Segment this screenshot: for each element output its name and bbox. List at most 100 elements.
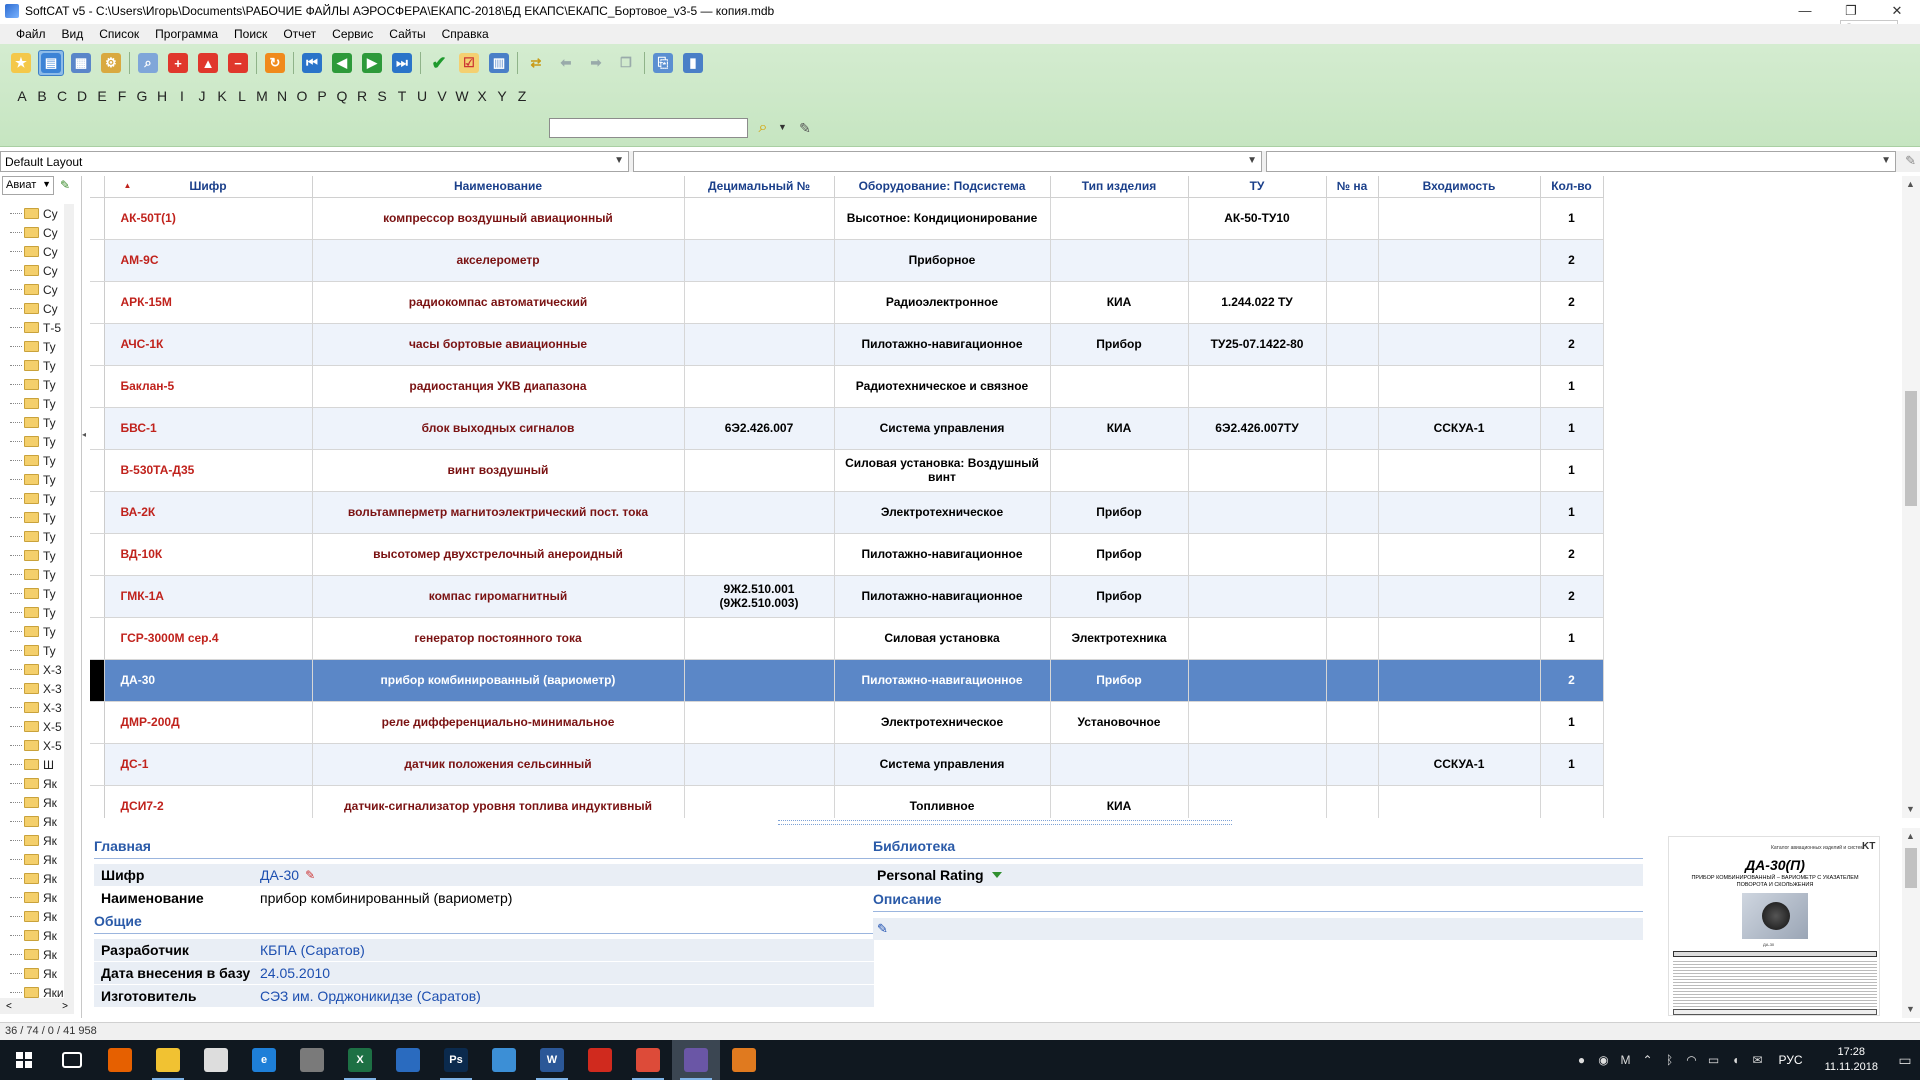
alpha-letter[interactable]: N [272,88,292,104]
alpha-letter[interactable]: J [192,88,212,104]
cell-tu[interactable] [1188,701,1327,744]
minimize-button[interactable]: — [1782,0,1828,21]
column-header-type[interactable]: Тип изделия [1050,176,1189,198]
table-row[interactable]: ГМК-1А компас гиромагнитный 9Ж2.510.001 (9… [90,575,1604,618]
start-button[interactable] [0,1040,48,1080]
tree-node[interactable]: Х-3 [0,660,74,679]
tree-node[interactable]: Ту [0,565,74,584]
cell-sub[interactable]: Приборное [834,239,1051,282]
alpha-letter[interactable]: X [472,88,492,104]
table-row[interactable]: АМ-9С акселерометр Приборное 2 [90,239,1604,282]
rating-dropdown-icon[interactable] [991,872,1002,878]
tree-node[interactable]: Ту [0,584,74,603]
cell-dec[interactable] [684,197,835,240]
cell-name[interactable]: датчик положения сельсинный [312,743,685,786]
cell-code[interactable]: ДС-1 [104,743,313,786]
clear-filter-icon[interactable]: ✎ [794,117,816,139]
taskbar-app-button[interactable]: X [336,1040,384,1080]
cell-qty[interactable]: 1 [1540,701,1604,744]
cell-tu[interactable]: 1.244.022 ТУ [1188,281,1327,324]
cell-incl[interactable] [1378,533,1541,576]
tree-node[interactable]: Як [0,831,74,850]
battery-icon[interactable]: ▭ [1703,1053,1725,1067]
alpha-letter[interactable]: S [372,88,392,104]
add-record-button[interactable]: + [165,50,191,76]
cell-code[interactable]: ГМК-1А [104,575,313,618]
alpha-letter[interactable]: H [152,88,172,104]
cell-sub[interactable]: Пилотажно-навигационное [834,659,1051,702]
cell-sub[interactable]: Силовая установка [834,617,1051,660]
cell-incl[interactable] [1378,323,1541,366]
cell-dec[interactable]: 6Э2.426.007 [684,407,835,450]
search-dropdown-icon[interactable]: ▼ [778,122,787,132]
cell-type[interactable]: КИА [1050,281,1189,324]
taskbar-app-button[interactable] [288,1040,336,1080]
alpha-letter[interactable]: T [392,88,412,104]
cell-tu[interactable] [1188,785,1327,818]
grid-scrollbar[interactable]: ▲ ▼ [1902,176,1920,818]
cell-dec[interactable] [684,323,835,366]
cell-incl[interactable]: ССКУА-1 [1378,743,1541,786]
tree-node[interactable]: Ту [0,546,74,565]
cell-no[interactable] [1326,617,1379,660]
cell-type[interactable]: Установочное [1050,701,1189,744]
cell-sub[interactable]: Топливное [834,785,1051,818]
cell-type[interactable] [1050,197,1189,240]
cell-tu[interactable]: 6Э2.426.007ТУ [1188,407,1327,450]
table-row[interactable]: ДСИ7-2 датчик-сигнализатор уровня топлива… [90,785,1604,818]
cell-sub[interactable]: Радиоэлектронное [834,281,1051,324]
cell-no[interactable] [1326,659,1379,702]
tree-node[interactable]: Ш [0,755,74,774]
menu-file[interactable]: Файл [8,27,54,41]
cell-incl[interactable] [1378,239,1541,282]
cell-name[interactable]: радиостанция УКВ диапазона [312,365,685,408]
cell-dec[interactable] [684,239,835,282]
row-indicator[interactable] [90,743,105,786]
cell-incl[interactable] [1378,659,1541,702]
alpha-letter[interactable]: L [232,88,252,104]
cell-incl[interactable] [1378,617,1541,660]
taskbar-app-button[interactable] [144,1040,192,1080]
preview-scrollbar-thumb[interactable] [1905,848,1917,888]
cell-tu[interactable] [1188,533,1327,576]
cell-no[interactable] [1326,407,1379,450]
cell-type[interactable]: Прибор [1050,491,1189,534]
cell-sub[interactable]: Пилотажно-навигационное [834,533,1051,576]
edit-description-icon[interactable]: ✎ [877,921,888,937]
preview-scrollbar[interactable]: ▲ ▼ [1902,828,1920,1018]
next-record-button[interactable]: ▶ [359,50,385,76]
taskbar-app-button[interactable]: Ps [432,1040,480,1080]
cell-name[interactable]: блок выходных сигналов [312,407,685,450]
cell-incl[interactable] [1378,281,1541,324]
layout-select[interactable]: Default Layout ▼ [0,151,629,172]
table-row[interactable]: ВД-10К высотомер двухстрелочный анероидны… [90,533,1604,576]
cell-qty[interactable]: 1 [1540,197,1604,240]
table-row[interactable]: БВС-1 блок выходных сигналов 6Э2.426.007 Си… [90,407,1604,450]
tree-node[interactable]: Як [0,907,74,926]
edit-icon[interactable]: ✎ [305,868,315,882]
search-icon[interactable]: ⌕ [752,117,774,139]
cell-incl[interactable] [1378,197,1541,240]
cell-no[interactable] [1326,575,1379,618]
notifications-icon[interactable]: ▭ [1890,1040,1920,1080]
cell-dec[interactable] [684,365,835,408]
taskbar-app-button[interactable] [384,1040,432,1080]
cell-dec[interactable] [684,617,835,660]
row-indicator[interactable] [90,617,105,660]
taskbar-app-button[interactable] [480,1040,528,1080]
tree-scrollbar[interactable] [64,204,74,998]
prev-record-button[interactable]: ◀ [329,50,355,76]
cell-qty[interactable] [1540,785,1604,818]
cell-type[interactable]: КИА [1050,785,1189,818]
cell-no[interactable] [1326,197,1379,240]
cell-type[interactable]: Прибор [1050,575,1189,618]
grid-scrollbar-thumb[interactable] [1905,391,1917,506]
personal-rating-row[interactable]: Personal Rating [873,864,1643,886]
tree-node[interactable]: Як [0,888,74,907]
tree-node[interactable]: Х-3 [0,679,74,698]
cell-sub[interactable]: Пилотажно-навигационное [834,575,1051,618]
cell-sub[interactable]: Высотное: Кондиционирование [834,197,1051,240]
tree-node[interactable]: Як [0,774,74,793]
cell-sub[interactable]: Радиотехническое и связное [834,365,1051,408]
maximize-button[interactable]: ❐ [1828,0,1874,21]
